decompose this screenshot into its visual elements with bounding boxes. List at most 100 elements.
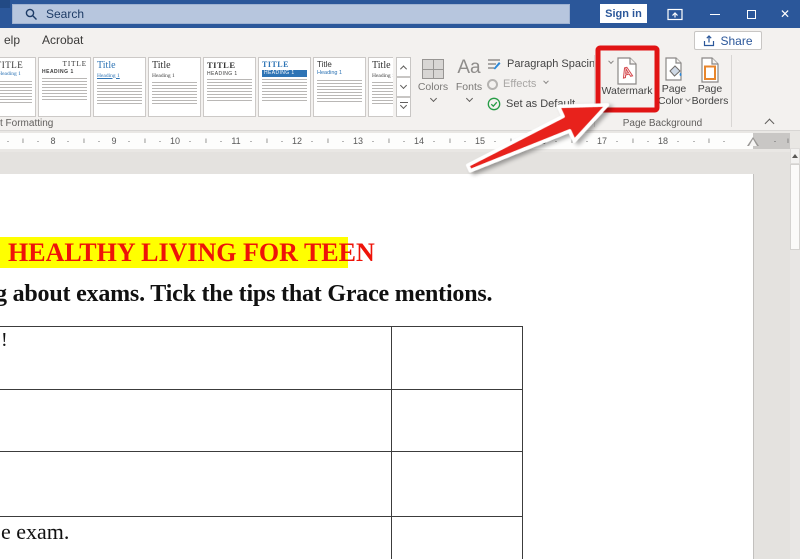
ruler-tick: · (554, 136, 558, 146)
fonts-button[interactable]: Aa Fonts (452, 57, 486, 103)
page-color-button[interactable]: Page Color (654, 57, 694, 107)
minimize-button[interactable] (700, 0, 730, 28)
style-set-thumbnail[interactable]: Title Heading 1 (313, 57, 366, 117)
table-row: ! (0, 327, 522, 390)
chevron-down-icon (399, 101, 408, 110)
table-cell-tick[interactable] (391, 390, 522, 452)
ruler-number: 8 (50, 136, 56, 146)
ruler-tick: ı (21, 136, 25, 145)
table-row: e exam. (0, 517, 522, 559)
document-area: HEALTHY LIVING FOR TEEN g about exams. T… (0, 152, 790, 559)
table-cell-text[interactable] (0, 390, 392, 452)
thumbnail-title: TITLE (0, 60, 24, 70)
watermark-label: Watermark (601, 85, 653, 97)
maximize-icon (746, 9, 756, 19)
page-color-icon (665, 57, 682, 81)
page-color-label: Page Color (658, 83, 691, 107)
watermark-button[interactable]: A Watermark (602, 57, 652, 97)
style-set-thumbnail[interactable]: Title Heading 1 (148, 57, 201, 117)
group-divider (594, 55, 595, 127)
ruler-tick: · (676, 136, 680, 146)
thumbnail-heading: HEADING 1 (42, 69, 74, 76)
thumbnail-title: TITLE (62, 60, 87, 68)
ruler-tick: ı (387, 136, 391, 145)
ruler-tick: · (585, 136, 589, 146)
tab-acrobat[interactable]: Acrobat (42, 28, 83, 52)
ruler-tick: · (463, 136, 467, 146)
ruler-tick: · (773, 136, 777, 146)
ruler-tick: · (692, 136, 696, 146)
thumbnail-heading: Heading 1 (317, 70, 343, 77)
style-set-thumbnail[interactable]: Title Heading 1 (93, 57, 146, 117)
style-set-thumbnail[interactable]: TITLE HEADING 1 (203, 57, 256, 117)
group-divider (731, 55, 732, 127)
table-cell-tick[interactable] (391, 452, 522, 517)
thumbnail-body-lines (372, 81, 393, 106)
table-cell-tick[interactable] (391, 327, 522, 390)
search-icon (25, 8, 37, 20)
style-set-thumbnail[interactable]: TITLE HEADING 1 (38, 57, 91, 117)
style-set-gallery[interactable]: TITLEHeading 1TITLEHEADING 1TitleHeading… (0, 57, 393, 118)
close-button[interactable]: ✕ (770, 0, 800, 28)
search-placeholder: Search (46, 7, 85, 21)
document-page[interactable]: HEALTHY LIVING FOR TEEN g about exams. T… (0, 174, 754, 559)
style-set-thumbnail[interactable]: Title Heading 1 (368, 57, 393, 117)
tab-help-cut[interactable]: elp (4, 28, 20, 52)
thumbnail-body-lines (152, 81, 197, 106)
page-borders-button[interactable]: Page Borders (690, 57, 730, 107)
document-formatting-group-label: t Formatting (0, 118, 54, 129)
colors-button[interactable]: Colors (415, 57, 451, 103)
right-indent-marker[interactable] (747, 137, 759, 146)
ruler-tick: · (402, 136, 406, 146)
gallery-more-button[interactable] (396, 97, 411, 117)
table-row (0, 452, 522, 517)
style-set-thumbnail[interactable]: TITLEHeading 1 (0, 57, 36, 117)
thumbnail-heading: Heading 1 (0, 71, 21, 78)
table-cell-tick[interactable] (392, 517, 523, 559)
ruler-tick: · (432, 136, 436, 146)
page-background-group-label: Page Background (622, 118, 703, 129)
ruler-tick: ı (448, 136, 452, 145)
share-button[interactable]: Share (694, 31, 762, 50)
table-cell-text[interactable] (0, 452, 392, 517)
scroll-up-button[interactable] (790, 148, 800, 164)
watermark-icon: A (617, 57, 637, 85)
sign-in-button[interactable]: Sign in (600, 4, 647, 23)
table-cell-text[interactable]: e exam. (0, 517, 392, 559)
ruler-tick: ı (204, 136, 208, 145)
ruler-tick: · (310, 136, 314, 146)
maximize-button[interactable] (736, 0, 766, 28)
ruler-tick: · (66, 136, 70, 146)
ribbon-display-options-button[interactable] (660, 0, 690, 28)
thumbnail-body-lines (97, 81, 142, 106)
ribbon-display-options-icon (667, 8, 683, 20)
table-cell-text[interactable]: ! (0, 327, 392, 390)
vertical-scrollbar[interactable] (790, 148, 800, 559)
set-as-default-button[interactable]: Set as Default (487, 96, 575, 112)
ruler-tick: · (280, 136, 284, 146)
ruler-number: 15 (474, 136, 485, 146)
ruler-tick: ı (631, 136, 635, 145)
fonts-aa-icon: Aa (457, 57, 481, 78)
style-set-thumbnail[interactable]: TITLE HEADING 1 (258, 57, 311, 117)
thumbnail-title: Title (372, 60, 391, 71)
ruler-tick: · (371, 136, 375, 146)
ruler-tick: · (646, 136, 650, 146)
search-input[interactable]: Search (12, 4, 570, 24)
effects-button[interactable]: Effects (487, 76, 550, 92)
chevron-down-icon (429, 94, 437, 103)
scrollbar-thumb[interactable] (790, 164, 800, 250)
gallery-scroll-down-button[interactable] (396, 77, 411, 97)
paragraph-spacing-label: Paragraph Spacing (507, 58, 602, 70)
share-icon (704, 34, 715, 46)
ruler-tick: · (722, 136, 726, 146)
page-borders-icon (701, 57, 719, 83)
ruler-number: 11 (231, 136, 241, 146)
gallery-scroll-up-button[interactable] (396, 57, 411, 77)
collapse-ribbon-icon[interactable] (764, 118, 775, 129)
ruler-tick: · (6, 136, 10, 146)
thumbnail-body-lines (207, 79, 252, 104)
ruler-tick: · (493, 136, 497, 146)
app-icon-fragment (0, 0, 10, 8)
ruler-number: 14 (413, 136, 424, 146)
